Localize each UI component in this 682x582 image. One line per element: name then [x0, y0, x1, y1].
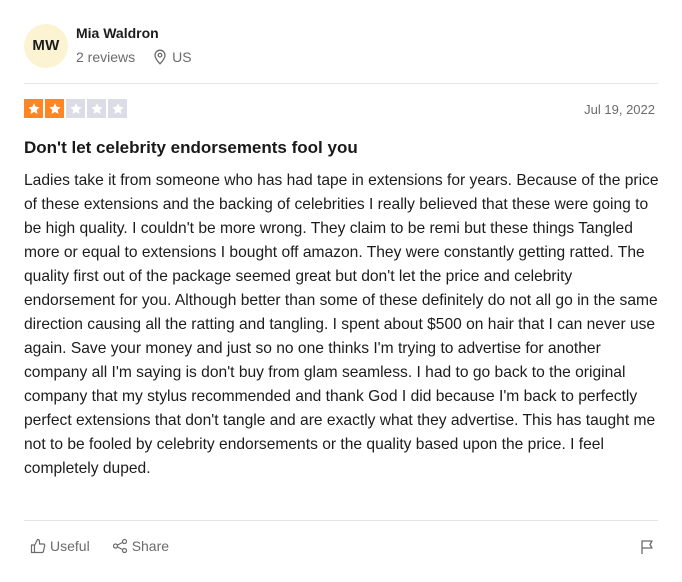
divider — [24, 520, 658, 521]
share-label: Share — [131, 538, 170, 554]
review-date: Jul 19, 2022 — [584, 102, 655, 117]
reviewer-header: MW Mia Waldron 2 reviews US — [24, 22, 658, 70]
location-pin-icon — [154, 49, 166, 65]
useful-button[interactable]: Useful — [30, 538, 90, 554]
avatar[interactable]: MW — [24, 24, 68, 68]
useful-label: Useful — [50, 538, 90, 554]
share-button[interactable]: Share — [112, 538, 169, 554]
divider — [24, 83, 658, 84]
reviewer-name[interactable]: Mia Waldron — [76, 25, 159, 41]
star-icon — [87, 99, 106, 118]
reviewer-meta: 2 reviews US — [76, 49, 192, 65]
country-label: US — [172, 49, 192, 65]
star-icon — [66, 99, 85, 118]
star-rating — [24, 99, 127, 118]
star-icon — [45, 99, 64, 118]
review-body: Ladies take it from someone who has had … — [24, 172, 659, 477]
review-title[interactable]: Don't let celebrity endorsements fool yo… — [24, 138, 358, 158]
thumbs-up-icon — [30, 538, 46, 554]
report-button[interactable] — [640, 539, 654, 560]
review-card: MW Mia Waldron 2 reviews US Jul 19, 2022… — [0, 0, 682, 582]
review-actions: Useful Share — [30, 538, 191, 554]
reviewer-location: US — [153, 49, 192, 65]
share-icon — [112, 538, 127, 554]
star-icon — [108, 99, 127, 118]
star-icon — [24, 99, 43, 118]
review-count: 2 reviews — [76, 49, 136, 65]
flag-icon — [641, 540, 653, 554]
